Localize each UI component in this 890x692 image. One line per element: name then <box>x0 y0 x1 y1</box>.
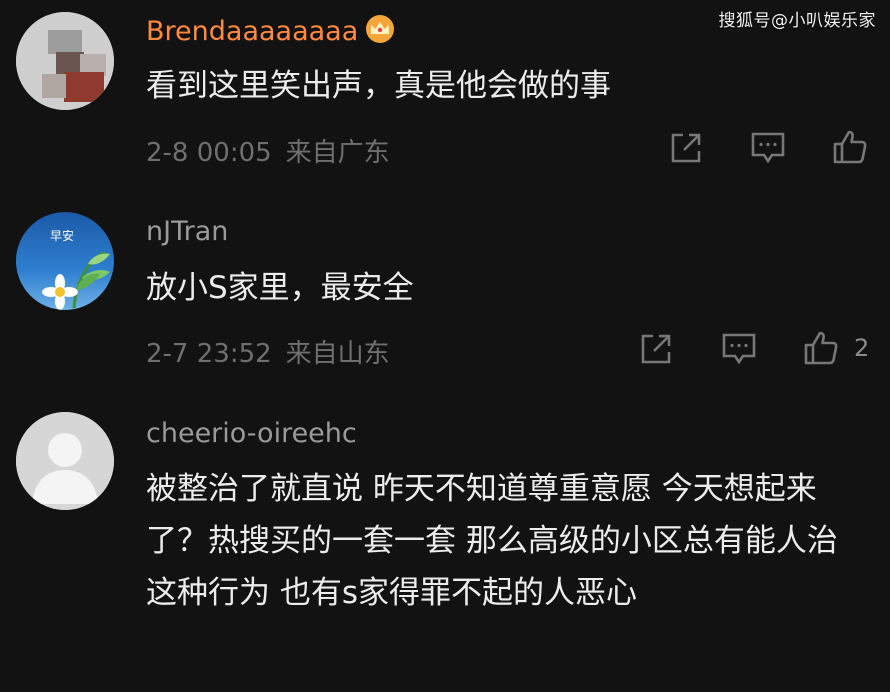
comment-text: 被整治了就直说 昨天不知道尊重意愿 今天想起来了？热搜买的一套一套 那么高级的小… <box>146 471 838 611</box>
username[interactable]: Brendaaaaaaaa <box>146 14 396 51</box>
like-button[interactable] <box>801 328 841 368</box>
avatar[interactable] <box>16 12 114 110</box>
comment-icon <box>722 333 756 365</box>
comment-item: cheerio-oireehc 被整治了就直说 昨天不知道尊重意愿 今天想起来了… <box>0 400 890 692</box>
avatar-greeting: 早安 <box>50 228 74 243</box>
share-icon <box>641 334 671 364</box>
like-icon <box>833 130 867 164</box>
default-avatar-icon <box>16 412 114 510</box>
avatar[interactable]: 早安 <box>16 212 114 310</box>
share-button[interactable] <box>636 329 676 369</box>
avatar[interactable] <box>16 412 114 510</box>
share-button[interactable] <box>666 128 706 168</box>
share-icon <box>671 133 701 163</box>
like-icon <box>804 331 838 365</box>
username[interactable]: nJTran <box>146 216 228 247</box>
comment-time: 2-7 23:52 <box>146 339 272 369</box>
username-label: Brendaaaaaaaa <box>146 16 359 47</box>
comment-text: 放小S家里，最安全 <box>146 270 414 306</box>
comment-text: 看到这里笑出声，真是他会做的事 <box>146 68 611 104</box>
like-count: 2 <box>854 334 870 362</box>
comment-item: 早安 nJTran 放小S家里，最安全 2-7 23:52 来自山东 2 <box>0 200 890 390</box>
comment-button[interactable] <box>719 329 759 369</box>
comment-button[interactable] <box>748 128 788 168</box>
comment-meta: 2-8 00:05 来自广东 <box>146 132 390 169</box>
comment-meta: 2-7 23:52 来自山东 <box>146 333 390 370</box>
comment-icon <box>751 132 785 164</box>
username[interactable]: cheerio-oireehc <box>146 418 357 449</box>
comment-location: 来自广东 <box>285 138 390 168</box>
comment-item: Brendaaaaaaaa 看到这里笑出声，真是他会做的事 2-8 00:05 来… <box>0 0 890 190</box>
comment-location: 来自山东 <box>285 339 390 369</box>
comment-time: 2-8 00:05 <box>146 138 272 168</box>
crown-icon <box>364 14 396 51</box>
like-button[interactable] <box>830 127 870 167</box>
